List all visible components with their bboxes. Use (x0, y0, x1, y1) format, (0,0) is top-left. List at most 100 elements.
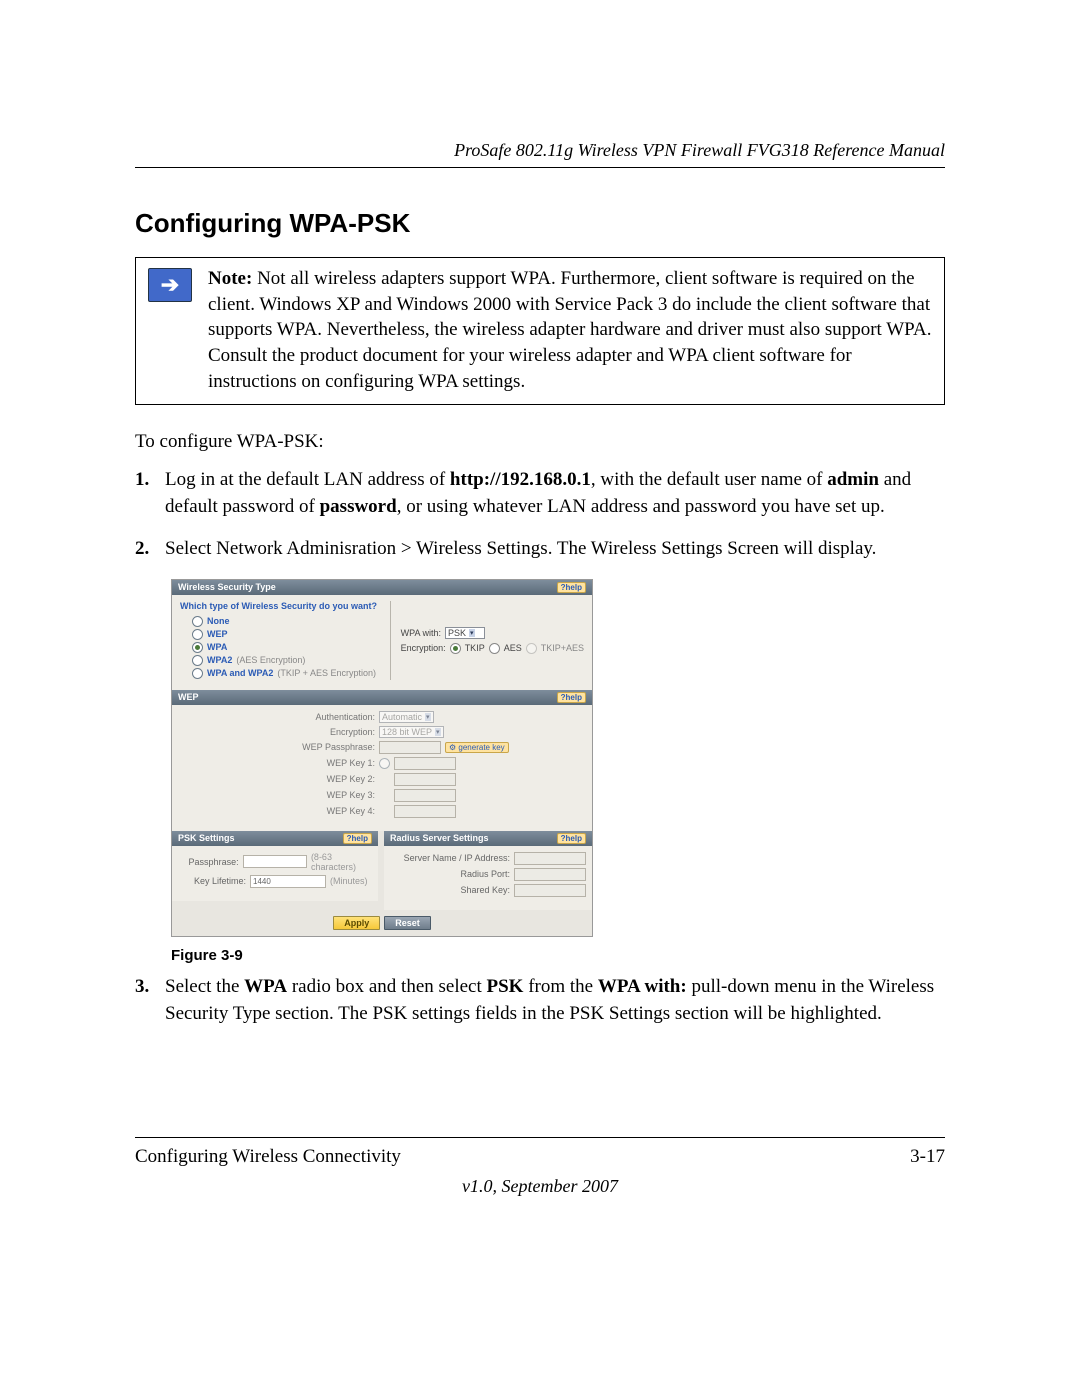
help-link[interactable]: ?help (557, 833, 586, 844)
figure-caption: Figure 3-9 (171, 947, 945, 964)
wireless-settings-screenshot: Wireless Security Type ?help Which type … (171, 579, 593, 937)
psk-life-label: Key Lifetime: (178, 876, 246, 886)
step-1-pass: password (320, 496, 397, 517)
wep-k4-label: WEP Key 4: (180, 806, 375, 816)
wep-enc-value: 128 bit WEP (382, 727, 432, 737)
radius-titlebar: Radius Server Settings ?help (384, 831, 592, 846)
radio-selected-icon (192, 642, 203, 653)
opt-none-label: None (207, 616, 230, 626)
reset-button[interactable]: Reset (384, 916, 431, 930)
radio-icon (489, 643, 500, 654)
help-text: help (566, 583, 582, 592)
chevron-down-icon: ▾ (435, 728, 441, 736)
radio-disabled-icon (526, 643, 537, 654)
radio-icon (379, 758, 390, 769)
radio-icon (192, 668, 203, 679)
step-3-text: Select the (165, 976, 244, 997)
radio-icon (192, 655, 203, 666)
document-header: ProSafe 802.11g Wireless VPN Firewall FV… (135, 140, 945, 168)
intro-text: To configure WPA-PSK: (135, 431, 945, 453)
chevron-down-icon: ▾ (425, 713, 431, 721)
note-body: Not all wireless adapters support WPA. F… (208, 268, 931, 392)
encryption-label: Encryption: (401, 643, 446, 653)
wep-auth-label: Authentication: (180, 712, 375, 722)
opt-both-label: WPA and WPA2 (207, 668, 273, 678)
generate-key-label: generate key (458, 743, 504, 752)
opt-both[interactable]: WPA and WPA2 (TKIP + AES Encryption) (180, 667, 384, 680)
opt-wep-label: WEP (207, 629, 228, 639)
radius-ip-label: Server Name / IP Address: (390, 853, 510, 863)
wep-k2-input (394, 773, 456, 786)
note-arrow-icon: ➔ (148, 268, 192, 302)
radius-ip-input (514, 852, 586, 865)
wep-titlebar: WEP ?help (172, 690, 592, 705)
opt-both-hint: (TKIP + AES Encryption) (277, 668, 376, 678)
note-label: Note: (208, 268, 252, 289)
step-1-user: admin (827, 469, 879, 490)
help-link[interactable]: ?help (343, 833, 372, 844)
help-link[interactable]: ?help (557, 692, 586, 703)
help-text: help (566, 834, 582, 843)
footer-version: v1.0, September 2007 (135, 1176, 945, 1197)
enc-tkip[interactable]: TKIP (465, 643, 485, 653)
chevron-down-icon: ▾ (469, 629, 475, 637)
radio-icon (192, 616, 203, 627)
opt-none[interactable]: None (180, 615, 384, 628)
enc-aes[interactable]: AES (504, 643, 522, 653)
step-1-text2: , with the default user name of (591, 469, 827, 490)
wep-auth-select: Automatic▾ (379, 711, 434, 723)
enc-both: TKIP+AES (541, 643, 584, 653)
step-3: Select the WPA radio box and then select… (135, 974, 945, 1027)
step-1-text: Log in at the default LAN address of (165, 469, 450, 490)
sectype-title: Wireless Security Type (178, 582, 276, 592)
wep-title: WEP (178, 692, 199, 702)
psk-title: PSK Settings (178, 833, 235, 843)
step-1-text4: , or using whatever LAN address and pass… (397, 496, 885, 517)
step-2: Select Network Adminisration > Wireless … (135, 536, 945, 563)
help-link[interactable]: ?help (557, 582, 586, 593)
wep-k4-input (394, 805, 456, 818)
sectype-titlebar: Wireless Security Type ?help (172, 580, 592, 595)
note-box: ➔ Note: Not all wireless adapters suppor… (135, 257, 945, 405)
footer-left: Configuring Wireless Connectivity (135, 1146, 401, 1168)
apply-button[interactable]: Apply (333, 916, 380, 930)
opt-wpa2[interactable]: WPA2 (AES Encryption) (180, 654, 384, 667)
radius-key-label: Shared Key: (390, 885, 510, 895)
psk-pass-input[interactable] (243, 855, 307, 868)
psk-life-unit: (Minutes) (330, 876, 368, 886)
wpa-with-label: WPA with: (401, 628, 441, 638)
psk-pass-hint: (8-63 characters) (311, 852, 372, 872)
radius-port-input (514, 868, 586, 881)
radius-title: Radius Server Settings (390, 833, 489, 843)
wep-k3-input (394, 789, 456, 802)
step-3-psk: PSK (487, 976, 524, 997)
figure-3-9: Wireless Security Type ?help Which type … (171, 579, 945, 964)
opt-wep[interactable]: WEP (180, 628, 384, 641)
footer-right: 3-17 (910, 1146, 945, 1168)
sectype-question: Which type of Wireless Security do you w… (180, 601, 384, 611)
wep-pass-input (379, 741, 441, 754)
radius-port-label: Radius Port: (390, 869, 510, 879)
help-text: help (566, 693, 582, 702)
psk-titlebar: PSK Settings ?help (172, 831, 378, 846)
step-3-wpa: WPA (244, 976, 287, 997)
wep-pass-label: WEP Passphrase: (180, 742, 375, 752)
psk-pass-label: Passphrase: (178, 857, 239, 867)
help-text: help (352, 834, 368, 843)
wep-enc-select: 128 bit WEP▾ (379, 726, 444, 738)
generate-key-button[interactable]: ⚙ generate key (445, 742, 509, 753)
opt-wpa2-label: WPA2 (207, 655, 232, 665)
step-3-wpawith: WPA with: (598, 976, 687, 997)
step-1-url: http://192.168.0.1 (450, 469, 591, 490)
psk-life-input[interactable]: 1440 (250, 875, 326, 888)
wpa-with-value: PSK (448, 628, 466, 638)
radius-key-input (514, 884, 586, 897)
wep-auth-value: Automatic (382, 712, 422, 722)
section-heading: Configuring WPA-PSK (135, 208, 945, 239)
opt-wpa[interactable]: WPA (180, 641, 384, 654)
wep-k2-label: WEP Key 2: (180, 774, 375, 784)
note-text: Note: Not all wireless adapters support … (204, 258, 944, 404)
wpa-with-select[interactable]: PSK▾ (445, 627, 485, 639)
radio-icon (192, 629, 203, 640)
step-1: Log in at the default LAN address of htt… (135, 467, 945, 520)
